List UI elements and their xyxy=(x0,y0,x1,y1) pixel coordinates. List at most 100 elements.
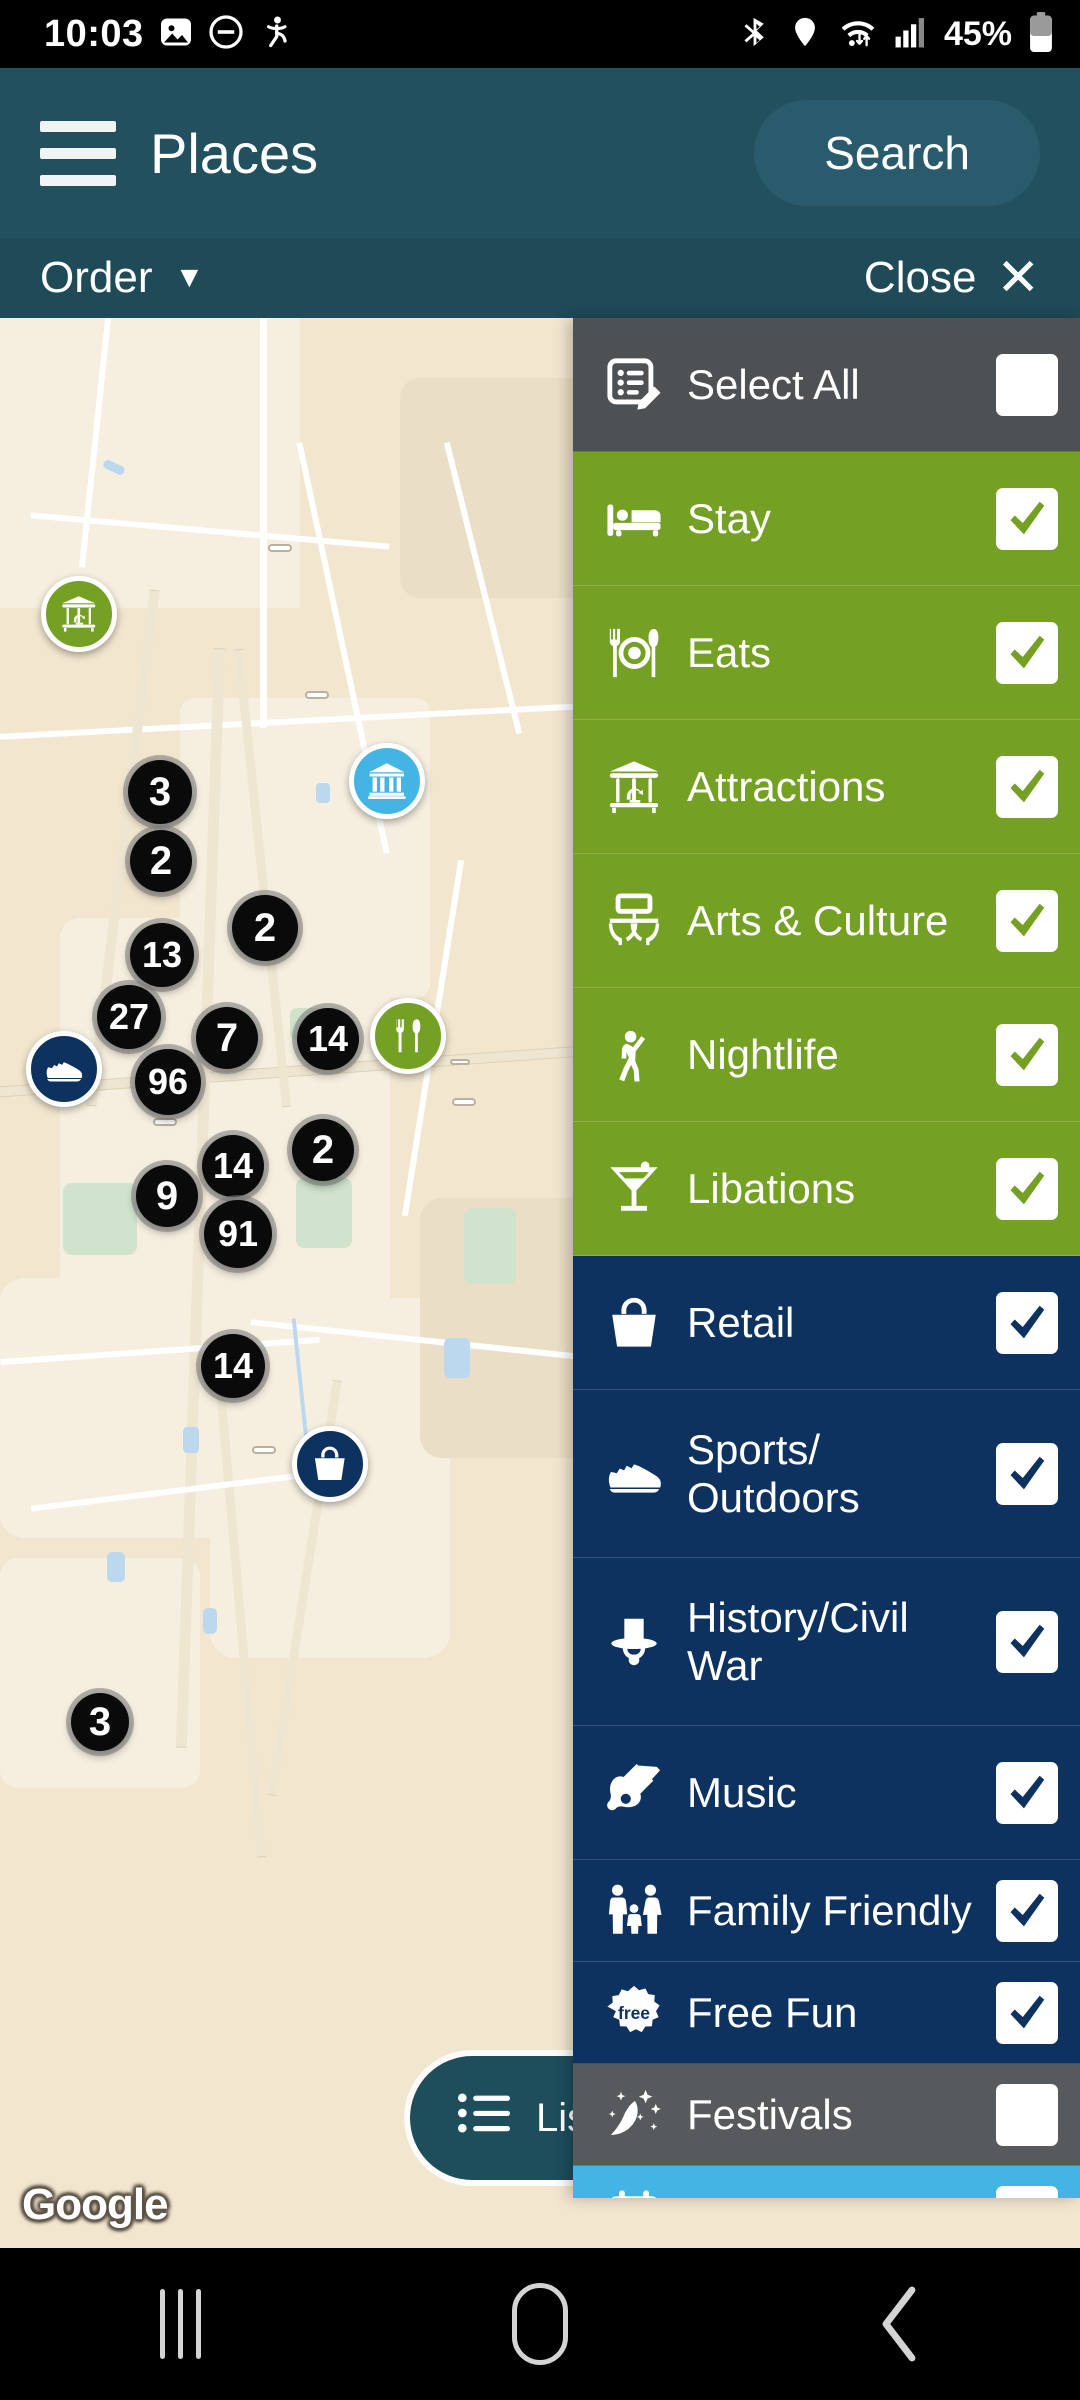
filter-checkbox[interactable] xyxy=(996,1023,1058,1086)
calendar-star-icon xyxy=(599,2188,669,2198)
filter-row-eats[interactable]: Eats xyxy=(573,586,1080,720)
road-shield xyxy=(452,1098,476,1106)
close-label: Close xyxy=(863,253,977,302)
do-not-disturb-icon xyxy=(208,14,244,55)
filter-row-music[interactable]: Music xyxy=(573,1726,1080,1860)
filter-checkbox[interactable] xyxy=(996,1442,1058,1505)
search-button[interactable]: Search xyxy=(754,100,1040,206)
accessibility-icon xyxy=(258,14,294,55)
filter-row-free-fun[interactable]: free Free Fun xyxy=(573,1962,1080,2064)
map-cluster-marker[interactable]: 3 xyxy=(71,1693,129,1751)
guitar-icon xyxy=(599,1763,669,1822)
filter-checkbox[interactable] xyxy=(996,1291,1058,1354)
battery-icon xyxy=(1028,11,1054,57)
filter-row-sports-outdoors[interactable]: Sports/Outdoors xyxy=(573,1390,1080,1558)
map-cluster-marker[interactable]: 3 xyxy=(128,760,192,824)
filter-row-retail[interactable]: Retail xyxy=(573,1256,1080,1390)
top-hat-icon xyxy=(599,1613,669,1671)
order-dropdown-button[interactable]: Order ▼ xyxy=(40,253,204,303)
filter-label: Special Events xyxy=(669,2193,996,2198)
map-cluster-marker[interactable]: 14 xyxy=(297,1008,359,1070)
filter-checkbox[interactable] xyxy=(996,1761,1058,1824)
location-pin-icon xyxy=(788,15,822,54)
filter-row-history-civil-war[interactable]: History/Civil War xyxy=(573,1558,1080,1726)
signal-bars-icon xyxy=(894,16,928,53)
filter-row-stay[interactable]: Stay xyxy=(573,452,1080,586)
filter-checkbox[interactable] xyxy=(996,1610,1058,1673)
map-cluster-marker[interactable]: 7 xyxy=(196,1007,258,1069)
recents-button[interactable] xyxy=(80,2289,280,2359)
map-cluster-marker[interactable]: 9 xyxy=(136,1165,198,1227)
filter-checkbox[interactable] xyxy=(996,621,1058,684)
chevron-down-icon: ▼ xyxy=(174,261,205,294)
map-cluster-marker[interactable]: 14 xyxy=(201,1334,265,1398)
family-icon xyxy=(599,1882,669,1940)
road-shield xyxy=(252,1446,276,1454)
image-icon xyxy=(158,14,194,55)
road-shield xyxy=(268,544,292,552)
map-cluster-marker[interactable]: 27 xyxy=(97,985,161,1049)
filter-label: Eats xyxy=(687,628,772,676)
filter-checkbox[interactable] xyxy=(996,2083,1058,2146)
road-shield xyxy=(305,691,329,699)
list-lines-icon xyxy=(458,2091,510,2145)
svg-text:free: free xyxy=(618,2002,650,2022)
filter-label: History/Civil War xyxy=(687,1594,909,1689)
filter-checkbox[interactable] xyxy=(996,2185,1058,2198)
filter-label: Music xyxy=(687,1768,797,1816)
android-nav-bar xyxy=(0,2248,1080,2400)
filter-row-attractions[interactable]: Attractions xyxy=(573,720,1080,854)
home-button[interactable] xyxy=(440,2283,640,2365)
carousel-icon xyxy=(599,758,669,816)
filter-checkbox[interactable] xyxy=(996,1981,1058,2044)
filter-checkbox[interactable] xyxy=(996,1157,1058,1220)
filter-row-libations[interactable]: Libations xyxy=(573,1122,1080,1256)
filter-row-arts-culture[interactable]: Arts & Culture xyxy=(573,854,1080,988)
filter-row-festivals[interactable]: Festivals xyxy=(573,2064,1080,2166)
filter-label: Retail xyxy=(687,1298,795,1346)
shopping-bag-icon xyxy=(599,1294,669,1352)
status-clock: 10:03 xyxy=(44,12,144,55)
category-filter-panel[interactable]: Select All Stay Eats Attractions Arts & Cult… xyxy=(573,318,1080,2198)
filter-row-family-friendly[interactable]: Family Friendly xyxy=(573,1860,1080,1962)
map-cluster-marker[interactable]: 91 xyxy=(204,1200,272,1268)
filter-sub-bar: Order ▼ Close ✕ xyxy=(0,238,1080,318)
filter-row-special-events[interactable]: Special Events xyxy=(573,2166,1080,2198)
phone-screen: 3 2 2 13 27 7 14 96 14 2 9 91 14 3 Google List 10:03 xyxy=(0,0,1080,2400)
filter-row-nightlife[interactable]: Nightlife xyxy=(573,988,1080,1122)
map-poi-shopping-bag[interactable] xyxy=(292,1426,368,1502)
back-button[interactable] xyxy=(800,2284,1000,2364)
map-cluster-marker[interactable]: 14 xyxy=(202,1135,264,1197)
close-x-icon: ✕ xyxy=(996,249,1040,307)
map-cluster-marker[interactable]: 96 xyxy=(135,1049,201,1115)
back-chevron-icon xyxy=(874,2284,926,2364)
fireworks-icon xyxy=(599,2086,669,2144)
map-poi-fork-plate[interactable] xyxy=(370,998,446,1074)
theater-stage-icon xyxy=(599,892,669,950)
filter-label: Family Friendly xyxy=(687,1886,972,1934)
map-poi-sneaker[interactable] xyxy=(26,1031,102,1107)
martini-glass-icon xyxy=(599,1160,669,1218)
fork-plate-knife-icon xyxy=(599,624,669,682)
filter-label: Arts & Culture xyxy=(687,896,949,944)
filter-row-select-all[interactable]: Select All xyxy=(573,318,1080,452)
bluetooth-icon xyxy=(738,15,772,54)
map-poi-carousel[interactable] xyxy=(41,576,117,652)
map-poi-museum-columns[interactable] xyxy=(349,743,425,819)
close-button[interactable]: Close ✕ xyxy=(864,252,1040,304)
filter-checkbox[interactable] xyxy=(996,1879,1058,1942)
filter-label: Attractions xyxy=(687,762,886,810)
bed-icon xyxy=(599,490,669,548)
filter-label: Libations xyxy=(687,1164,856,1212)
map-cluster-marker[interactable]: 13 xyxy=(130,923,194,987)
map-cluster-marker[interactable]: 2 xyxy=(292,1119,354,1181)
filter-label: Free Fun xyxy=(687,1988,858,2036)
filter-checkbox[interactable] xyxy=(996,755,1058,818)
free-badge-icon: free xyxy=(599,1984,669,2042)
map-cluster-marker[interactable]: 2 xyxy=(130,830,192,892)
map-cluster-marker[interactable]: 2 xyxy=(232,895,298,961)
hamburger-menu-icon[interactable] xyxy=(40,120,116,186)
filter-checkbox[interactable] xyxy=(996,353,1058,416)
filter-checkbox[interactable] xyxy=(996,487,1058,550)
filter-checkbox[interactable] xyxy=(996,889,1058,952)
